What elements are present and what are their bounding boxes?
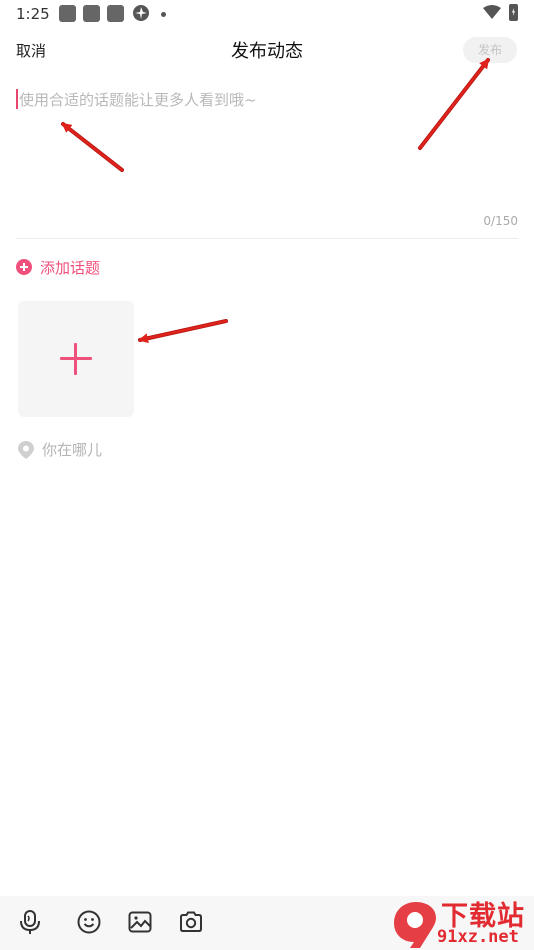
plus-icon [60, 343, 92, 375]
microphone-icon[interactable] [17, 909, 43, 935]
wifi-icon [483, 5, 501, 19]
divider [16, 238, 518, 239]
more-notifications-dot [161, 12, 166, 17]
character-counter: 0/150 [483, 214, 518, 228]
app-notification-icon [133, 5, 149, 21]
status-time: 1:25 [16, 5, 50, 23]
watermark-logo-icon [394, 902, 436, 948]
text-cursor [16, 89, 18, 109]
emoji-icon[interactable] [76, 909, 102, 935]
notification-icon [107, 5, 124, 22]
watermark-url: 91xz.net [437, 927, 519, 947]
location-label: 你在哪儿 [42, 441, 103, 459]
image-icon[interactable] [127, 909, 153, 935]
plus-circle-icon [16, 259, 32, 275]
add-media-button[interactable] [18, 301, 134, 417]
status-bar: 1:25 [0, 0, 534, 28]
notification-icon [59, 5, 76, 22]
battery-icon [509, 4, 518, 21]
top-bar: 取消 发布动态 发布 [0, 30, 534, 70]
post-text-placeholder: 使用合适的话题能让更多人看到哦~ [19, 91, 257, 109]
add-topic-label: 添加话题 [40, 258, 101, 277]
location-button[interactable]: 你在哪儿 [18, 439, 102, 460]
notification-icon [83, 5, 100, 22]
page-title: 发布动态 [231, 41, 303, 62]
location-pin-icon [18, 440, 34, 459]
camera-icon[interactable] [178, 909, 204, 935]
publish-button[interactable]: 发布 [463, 37, 517, 63]
post-text-input[interactable]: 使用合适的话题能让更多人看到哦~ 0/150 [16, 84, 518, 232]
annotation-arrow-add-media [138, 319, 228, 344]
add-topic-button[interactable]: 添加话题 [16, 256, 100, 278]
